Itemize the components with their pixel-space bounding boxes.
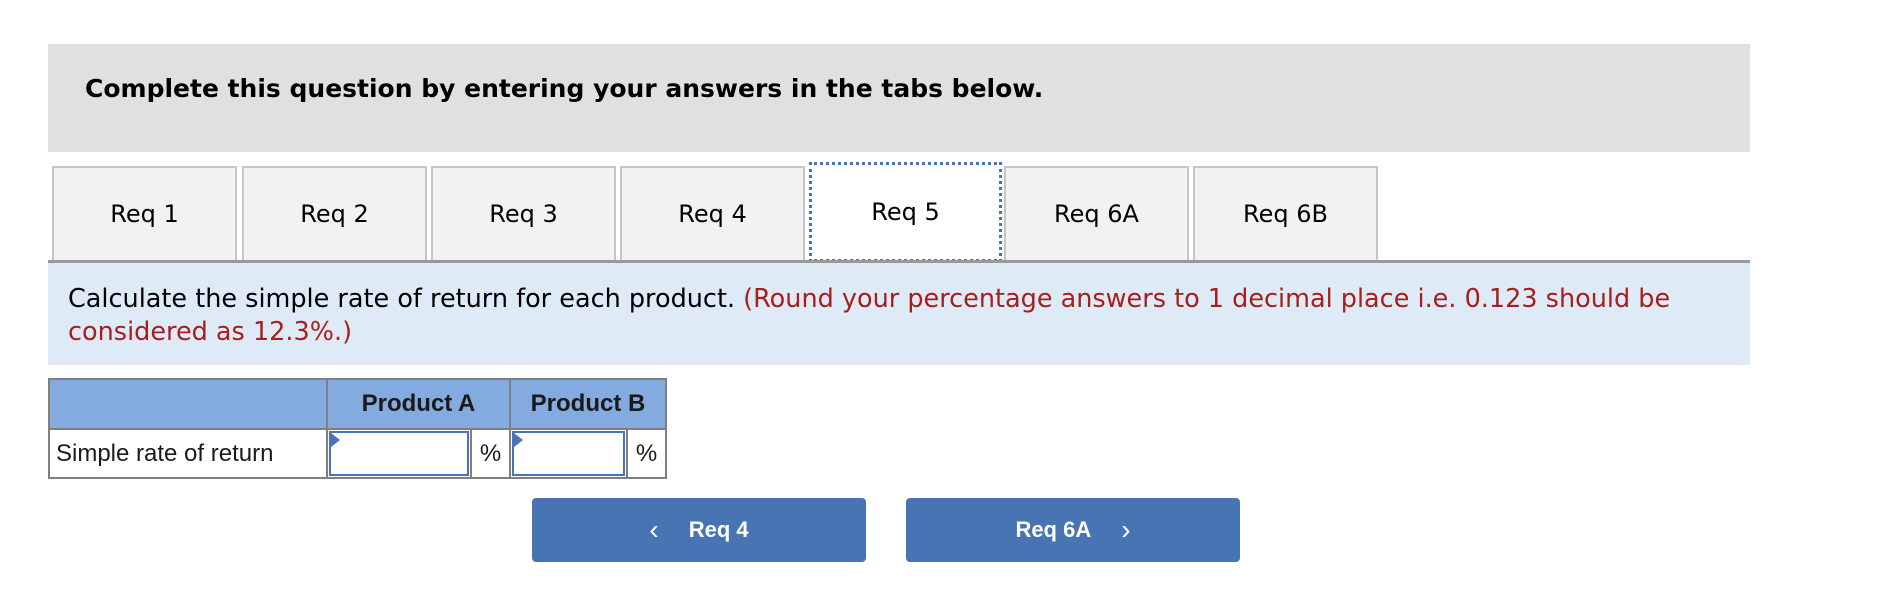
product-b-rate-input[interactable]: [512, 431, 625, 476]
input-flag-icon: [514, 433, 523, 447]
column-header-product-a: Product A: [326, 378, 511, 430]
table-header-row: Product A Product B: [48, 378, 667, 430]
product-a-percent-unit: %: [470, 428, 511, 479]
tab-req-5[interactable]: Req 5: [809, 162, 1002, 262]
header-title: Complete this question by entering your …: [85, 74, 1044, 103]
tab-req-2[interactable]: Req 2: [242, 166, 427, 260]
chevron-right-icon: ›: [1121, 514, 1131, 545]
input-flag-icon: [331, 433, 340, 447]
tab-req-4[interactable]: Req 4: [620, 166, 805, 260]
tab-req-6b[interactable]: Req 6B: [1193, 166, 1378, 260]
prev-req-button[interactable]: ‹ Req 4: [532, 498, 866, 562]
answer-table: Product A Product B Simple rate of retur…: [48, 378, 667, 479]
product-b-percent-unit: %: [626, 428, 667, 479]
instructions-text: Calculate the simple rate of return for …: [68, 283, 1728, 349]
product-a-rate-input[interactable]: [329, 431, 469, 476]
chevron-left-icon: ‹: [649, 514, 659, 545]
table-row: Simple rate of return % %: [48, 428, 667, 479]
next-req-button[interactable]: Req 6A ›: [906, 498, 1240, 562]
tab-req-1[interactable]: Req 1: [52, 166, 237, 260]
instructions-panel: Calculate the simple rate of return for …: [48, 263, 1750, 365]
tab-req-3[interactable]: Req 3: [431, 166, 616, 260]
column-header-product-b: Product B: [509, 378, 667, 430]
next-req-label: Req 6A: [1015, 517, 1092, 542]
instruction-main: Calculate the simple rate of return for …: [68, 284, 736, 314]
tab-req-6a[interactable]: Req 6A: [1004, 166, 1189, 260]
product-a-cell: [326, 428, 472, 479]
row-label: Simple rate of return: [48, 428, 328, 479]
prev-req-label: Req 4: [688, 517, 749, 542]
question-header: Complete this question by entering your …: [48, 44, 1750, 152]
product-b-cell: [509, 428, 628, 479]
column-header-blank: [48, 378, 328, 430]
